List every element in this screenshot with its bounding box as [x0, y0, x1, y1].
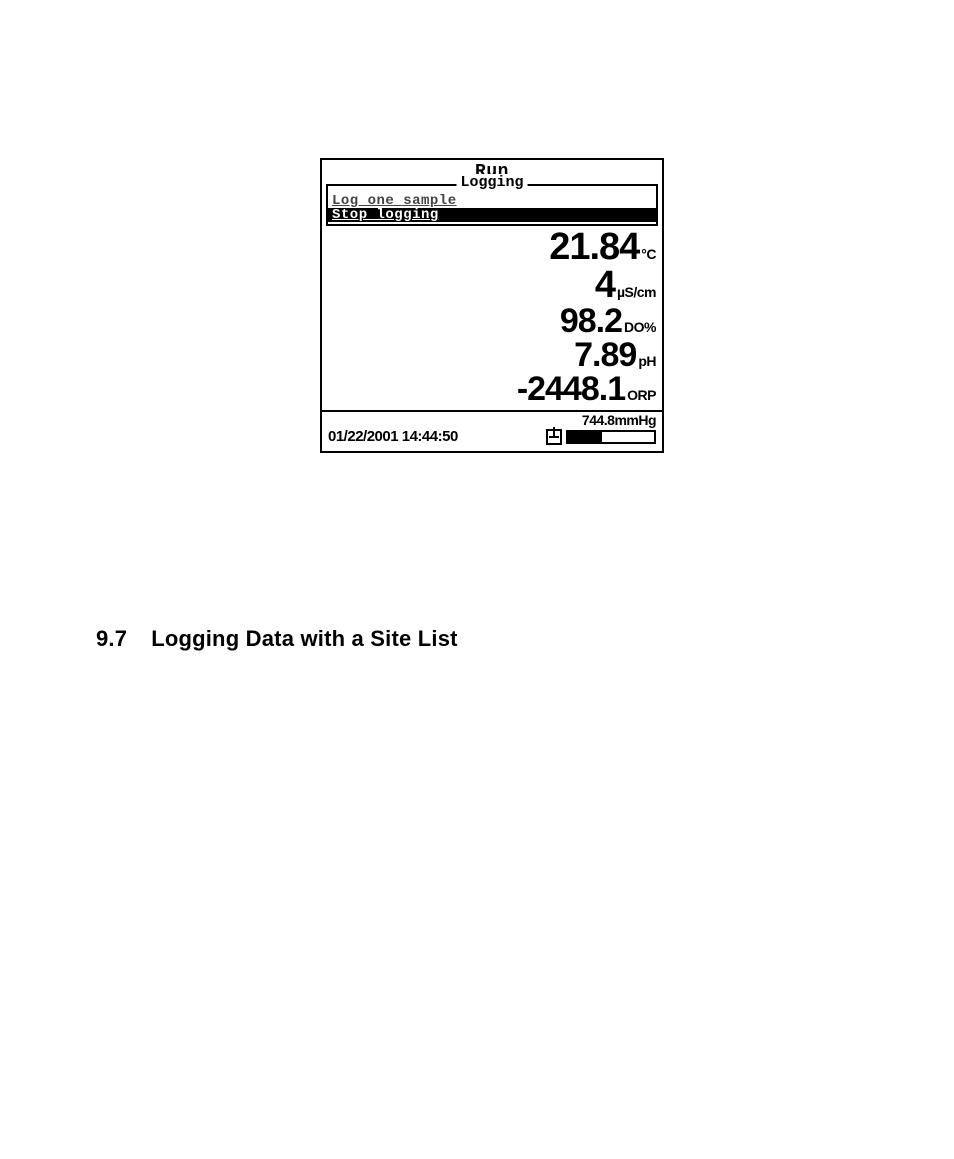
- readings-panel: 21.84 °C 4 µS/cm 98.2 DO% 7.89 pH -2448.…: [322, 226, 662, 406]
- reading-unit: µS/cm: [617, 285, 656, 299]
- reading-do: 98.2 DO%: [328, 304, 656, 338]
- menu-legend: Logging: [456, 174, 527, 191]
- reading-value: 4: [595, 266, 615, 304]
- reading-unit: pH: [638, 354, 656, 368]
- reading-unit: °C: [641, 247, 656, 261]
- section-title: Logging Data with a Site List: [151, 626, 457, 652]
- menu-item-log-one-sample[interactable]: Log one sample: [328, 194, 656, 208]
- reading-unit: ORP: [627, 388, 656, 402]
- section-heading: 9.7 Logging Data with a Site List: [96, 626, 458, 652]
- battery-indicator: [546, 429, 656, 445]
- reading-temperature: 21.84 °C: [328, 228, 656, 266]
- menu-item-stop-logging[interactable]: Stop logging: [328, 208, 656, 222]
- section-number: 9.7: [96, 626, 127, 652]
- status-timestamp: 01/22/2001 14:44:50: [328, 428, 458, 445]
- logging-menu: Logging Log one sample Stop logging: [326, 184, 658, 226]
- reading-value: -2448.1: [517, 372, 625, 406]
- reading-value: 21.84: [549, 228, 639, 266]
- status-pressure: 744.8mmHg: [328, 412, 656, 428]
- reading-value: 98.2: [560, 304, 622, 338]
- status-bar: 744.8mmHg 01/22/2001 14:44:50: [322, 410, 662, 451]
- reading-conductivity: 4 µS/cm: [328, 266, 656, 304]
- reading-orp: -2448.1 ORP: [328, 372, 656, 406]
- reading-value: 7.89: [574, 338, 636, 372]
- document-page: Run Logging Log one sample Stop logging …: [0, 0, 954, 1159]
- reading-ph: 7.89 pH: [328, 338, 656, 372]
- battery-bar-icon: [566, 430, 656, 444]
- reading-unit: DO%: [624, 320, 656, 334]
- battery-plus-icon: [546, 429, 562, 445]
- device-screenshot: Run Logging Log one sample Stop logging …: [320, 158, 664, 453]
